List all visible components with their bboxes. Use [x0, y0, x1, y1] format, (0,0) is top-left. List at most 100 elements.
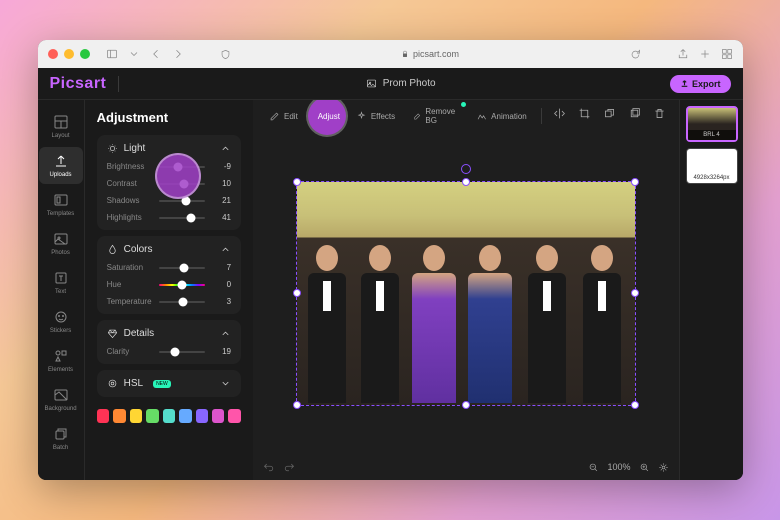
light-header[interactable]: Light [107, 143, 231, 154]
elements-icon [53, 348, 69, 364]
app-body: Layout Uploads Templates Photos Text Sti… [38, 100, 743, 480]
chevron-down-icon[interactable] [128, 48, 140, 60]
browser-titlebar: picsart.com [38, 40, 743, 68]
resize-handle-mr[interactable] [631, 289, 639, 297]
photo-content [297, 182, 635, 405]
zoom-level[interactable]: 100% [607, 462, 630, 472]
hsl-header[interactable]: HSL NEW [107, 378, 231, 389]
forward-icon[interactable] [172, 48, 184, 60]
colors-header[interactable]: Colors [107, 244, 231, 255]
adjust-button[interactable]: Adjust [308, 100, 346, 135]
color-swatches [97, 409, 241, 423]
resize-handle-bl[interactable] [293, 401, 301, 409]
sidebar-item-text[interactable]: Text [39, 264, 83, 301]
url-bar[interactable]: picsart.com [237, 49, 624, 59]
swatch-yellow[interactable] [130, 409, 142, 423]
animation-button[interactable]: Animation [468, 106, 535, 127]
app-window: picsart.com Picsart Prom Photo Export La… [38, 40, 743, 480]
sidebar-item-elements[interactable]: Elements [39, 342, 83, 379]
saturation-slider[interactable]: Saturation7 [107, 263, 231, 272]
swatch-magenta[interactable] [212, 409, 224, 423]
maximize-window-icon[interactable] [80, 49, 90, 59]
sidebar-item-layout[interactable]: Layout [39, 108, 83, 145]
tabs-icon[interactable] [721, 48, 733, 60]
sidebar-item-templates[interactable]: Templates [39, 186, 83, 223]
details-section: Details Clarity19 [97, 320, 241, 364]
layout-icon [53, 114, 69, 130]
sidebar-item-batch[interactable]: Batch [39, 420, 83, 457]
undo-icon[interactable] [263, 461, 275, 473]
thumbnail-2[interactable]: 4928x3264px [686, 148, 738, 184]
thumbnails-panel: BRL 4 4928x3264px [679, 100, 743, 480]
rotate-handle[interactable] [461, 164, 471, 174]
canvas[interactable] [253, 132, 678, 454]
swatch-pink[interactable] [228, 409, 240, 423]
edit-button[interactable]: Edit [261, 106, 306, 127]
shield-icon[interactable] [220, 49, 231, 60]
swatch-teal[interactable] [163, 409, 175, 423]
settings-icon[interactable] [658, 462, 669, 473]
zoom-in-icon[interactable] [639, 462, 650, 473]
back-icon[interactable] [150, 48, 162, 60]
export-button[interactable]: Export [670, 75, 731, 93]
uploads-icon [53, 153, 69, 169]
resize-handle-br[interactable] [631, 401, 639, 409]
swatch-orange[interactable] [113, 409, 125, 423]
zoom-out-icon[interactable] [588, 462, 599, 473]
layers-button[interactable] [598, 102, 621, 130]
crop-button[interactable] [573, 102, 596, 130]
upload-icon [680, 79, 689, 88]
share-icon[interactable] [677, 48, 689, 60]
document-title[interactable]: Prom Photo [131, 78, 670, 89]
sidebar-item-background[interactable]: Background [39, 381, 83, 418]
thumbnail-1[interactable]: BRL 4 [686, 106, 738, 142]
sidebar-item-uploads[interactable]: Uploads [39, 147, 83, 184]
sidebar-toggle-icon[interactable] [106, 48, 118, 60]
image-icon [366, 78, 377, 89]
clarity-slider[interactable]: Clarity19 [107, 347, 231, 356]
details-header[interactable]: Details [107, 328, 231, 339]
highlights-slider[interactable]: Highlights41 [107, 213, 231, 222]
sidebar-item-stickers[interactable]: Stickers [39, 303, 83, 340]
panel-title: Adjustment [97, 110, 241, 125]
url-text: picsart.com [413, 49, 459, 59]
diamond-icon [107, 328, 118, 339]
minimize-window-icon[interactable] [64, 49, 74, 59]
batch-icon [53, 426, 69, 442]
duplicate-icon [628, 107, 641, 120]
flip-button[interactable] [548, 102, 571, 130]
swatch-green[interactable] [146, 409, 158, 423]
plus-icon[interactable] [699, 48, 711, 60]
sidebar-item-photos[interactable]: Photos [39, 225, 83, 262]
selected-image[interactable] [296, 181, 636, 406]
temperature-slider[interactable]: Temperature3 [107, 297, 231, 306]
droplet-icon [107, 244, 118, 255]
swatch-red[interactable] [97, 409, 109, 423]
swatch-purple[interactable] [196, 409, 208, 423]
hue-slider[interactable]: Hue0 [107, 280, 231, 289]
trash-icon [653, 107, 666, 120]
browser-actions [677, 48, 733, 60]
bottom-bar: 100% [253, 454, 678, 480]
stickers-icon [53, 309, 69, 325]
delete-button[interactable] [648, 102, 671, 130]
duplicate-button[interactable] [623, 102, 646, 130]
new-indicator-icon [461, 102, 466, 107]
resize-handle-ml[interactable] [293, 289, 301, 297]
redo-icon[interactable] [283, 461, 295, 473]
remove-bg-button[interactable]: Remove BG [405, 102, 466, 130]
separator [541, 108, 542, 124]
adjustment-panel: Adjustment Light Brightness-9 Contrast10… [85, 100, 253, 480]
resize-handle-tm[interactable] [462, 178, 470, 186]
eraser-icon [413, 111, 421, 122]
text-icon [53, 270, 69, 286]
close-window-icon[interactable] [48, 49, 58, 59]
templates-icon [53, 192, 69, 208]
swatch-blue[interactable] [179, 409, 191, 423]
resize-handle-tl[interactable] [293, 178, 301, 186]
resize-handle-bm[interactable] [462, 401, 470, 409]
effects-button[interactable]: Effects [348, 106, 403, 127]
logo[interactable]: Picsart [50, 75, 107, 93]
refresh-icon[interactable] [630, 49, 641, 60]
resize-handle-tr[interactable] [631, 178, 639, 186]
